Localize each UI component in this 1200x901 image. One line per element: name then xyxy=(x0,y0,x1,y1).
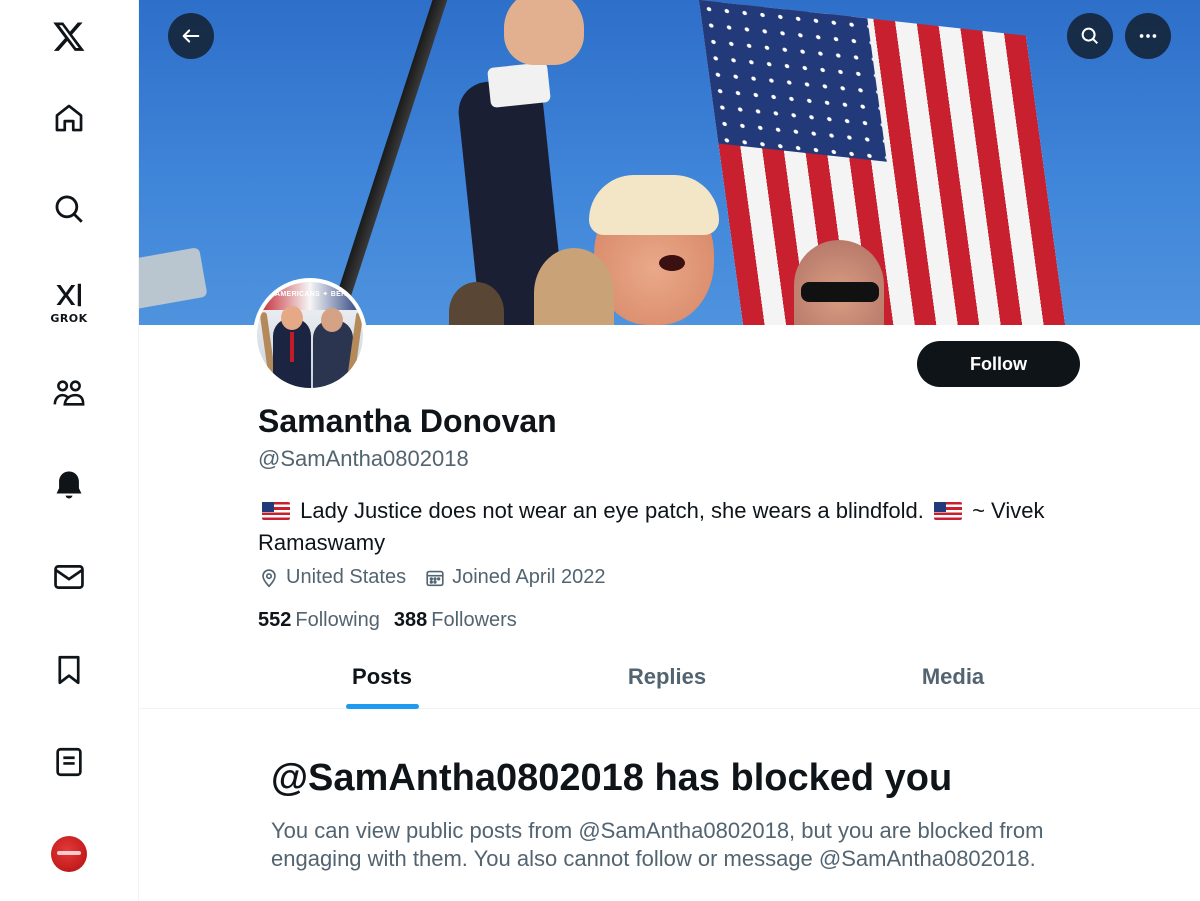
join-date-text: Joined April 2022 xyxy=(452,566,606,588)
avatar xyxy=(51,836,87,872)
us-flag-emoji-icon xyxy=(933,502,962,520)
us-flag-emoji-icon xyxy=(262,502,290,520)
followers-count: 388 xyxy=(393,609,428,631)
notifications-bell-icon[interactable] xyxy=(34,455,104,515)
profile-avatar[interactable]: AMERICANS ✦ BERN xyxy=(253,278,367,392)
calendar-icon xyxy=(426,570,444,586)
sidebar: GROK xyxy=(0,0,139,901)
profile-handle: @SamAntha0802018 xyxy=(258,446,469,471)
bio-text: Lady Justice does not wear an eye patch,… xyxy=(300,498,924,523)
location: United States xyxy=(258,566,406,589)
banner-pole xyxy=(321,0,453,325)
banner-detail xyxy=(139,247,208,313)
banner-guard-glasses xyxy=(801,282,879,302)
blocked-title: @SamAntha0802018 has blocked you xyxy=(271,757,953,799)
search-icon[interactable] xyxy=(34,179,104,239)
following-count: 552 xyxy=(258,609,292,631)
follow-counts: 552 Following 388 Followers xyxy=(258,609,531,632)
profile-display-name: Samantha Donovan xyxy=(258,403,557,439)
profile-meta: United States Joined April 2022 xyxy=(258,566,624,589)
banner-figure-hair xyxy=(589,175,719,235)
banner-figure-fist xyxy=(504,0,584,65)
banner-figure-cuff xyxy=(487,61,551,109)
lists-icon[interactable] xyxy=(34,732,104,792)
arrow-left-icon xyxy=(182,29,200,43)
profile-avatar-small[interactable] xyxy=(34,824,104,884)
grok-label: GROK xyxy=(50,311,88,325)
banner-figure-mouth xyxy=(659,255,685,271)
avatar-sign-text: AMERICANS ✦ BERN xyxy=(275,291,352,298)
search-icon xyxy=(1081,27,1099,45)
profile-tabs: Posts Replies Media xyxy=(139,645,1200,709)
banner-flag xyxy=(699,0,1072,325)
location-pin-icon xyxy=(262,568,276,587)
home-icon[interactable] xyxy=(34,88,104,148)
blocked-description: You can view public posts from @SamAntha… xyxy=(271,818,1044,871)
more-dots-icon xyxy=(1139,34,1157,38)
tab-replies[interactable]: Replies xyxy=(594,645,740,709)
search-profile-button[interactable] xyxy=(1067,13,1113,59)
following-link[interactable]: 552 Following xyxy=(258,609,380,632)
grok-icon[interactable]: GROK xyxy=(34,272,104,332)
following-label: Following xyxy=(295,609,380,631)
communities-icon[interactable] xyxy=(34,363,104,423)
followers-label: Followers xyxy=(431,609,517,631)
join-date: Joined April 2022 xyxy=(424,566,606,589)
back-button[interactable] xyxy=(168,13,214,59)
tab-posts[interactable]: Posts xyxy=(309,645,455,709)
profile-main-column: AMERICANS ✦ BERN Follow Samantha Donovan… xyxy=(139,0,1200,901)
avatar-person-head xyxy=(321,308,343,332)
active-tab-indicator xyxy=(346,704,419,709)
more-options-button[interactable] xyxy=(1125,13,1171,59)
followers-link[interactable]: 388 Followers xyxy=(394,609,517,632)
tab-media[interactable]: Media xyxy=(880,645,1026,709)
profile-bio: Lady Justice does not wear an eye patch,… xyxy=(258,495,1098,559)
location-text: United States xyxy=(286,566,407,588)
avatar-person-tie xyxy=(290,332,294,362)
messages-envelope-icon[interactable] xyxy=(34,547,104,607)
profile-banner-image xyxy=(139,0,1200,325)
avatar-person-head xyxy=(281,306,303,330)
bookmarks-icon[interactable] xyxy=(34,640,104,700)
x-logo-icon[interactable] xyxy=(34,6,104,66)
follow-button[interactable]: Follow xyxy=(917,341,1080,387)
banner-flag-canton xyxy=(699,0,887,162)
